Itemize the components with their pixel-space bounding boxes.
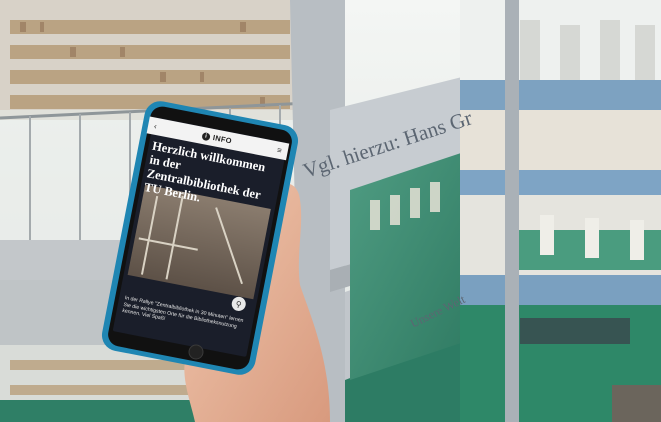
- rally-caption: In der Rallye "Zentralbibliothek in 30 M…: [121, 295, 244, 330]
- photo-background: [0, 0, 661, 422]
- right-gallery-floors: [460, 0, 661, 422]
- atrium-green-floor: [350, 150, 470, 380]
- library-atrium-photo: Vgl. hierzu: Hans Gr Unsere Welt ‹ i INF…: [0, 0, 661, 422]
- menu-icon[interactable]: ≡: [276, 146, 282, 156]
- search-icon[interactable]: ⚲: [230, 295, 247, 313]
- back-icon[interactable]: ‹: [153, 122, 157, 131]
- header-label: INFO: [212, 133, 233, 146]
- info-icon: i: [201, 131, 211, 141]
- header-info: i INFO: [201, 131, 233, 146]
